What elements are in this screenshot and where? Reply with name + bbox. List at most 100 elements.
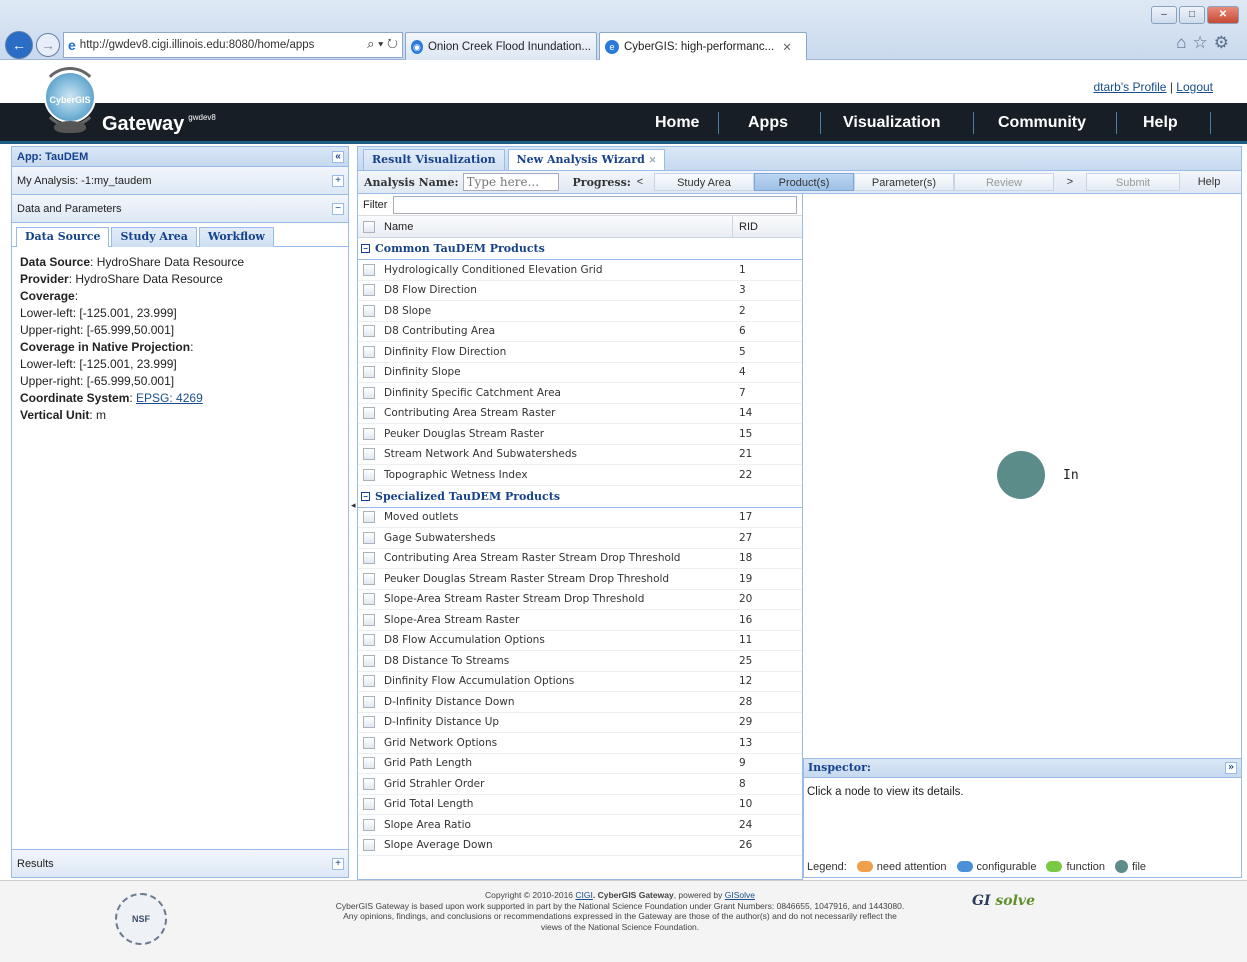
back-button[interactable]: ← bbox=[5, 31, 33, 59]
product-row[interactable]: Slope Area Ratio 24 bbox=[358, 815, 802, 836]
product-checkbox[interactable] bbox=[363, 634, 375, 647]
product-checkbox[interactable] bbox=[363, 552, 375, 565]
product-checkbox[interactable] bbox=[363, 675, 375, 688]
product-checkbox[interactable] bbox=[363, 613, 375, 626]
product-checkbox[interactable] bbox=[363, 407, 375, 420]
my-analysis-header[interactable]: My Analysis: -1:my_taudem + bbox=[12, 167, 348, 195]
nav-home[interactable]: Home bbox=[655, 114, 699, 132]
product-row[interactable]: Contributing Area Stream Raster Stream D… bbox=[358, 549, 802, 569]
product-row[interactable]: Topographic Wetness Index 22 bbox=[358, 465, 802, 486]
col-name[interactable]: Name bbox=[384, 221, 413, 233]
product-row[interactable]: Dinfinity Specific Catchment Area 7 bbox=[358, 383, 802, 404]
product-checkbox[interactable] bbox=[363, 427, 375, 440]
product-checkbox[interactable] bbox=[363, 263, 375, 276]
address-bar[interactable]: e http://gwdev8.cigi.illinois.edu:8080/h… bbox=[63, 32, 403, 58]
product-row[interactable]: D-Infinity Distance Down 28 bbox=[358, 692, 802, 713]
product-checkbox[interactable] bbox=[363, 695, 375, 708]
tab-workflow[interactable]: Workflow bbox=[198, 227, 274, 247]
product-checkbox[interactable] bbox=[363, 736, 375, 749]
product-row[interactable]: Dinfinity Slope 4 bbox=[358, 363, 802, 383]
close-icon[interactable]: ✕ bbox=[1207, 6, 1239, 24]
nav-community[interactable]: Community bbox=[998, 114, 1086, 132]
product-checkbox[interactable] bbox=[363, 798, 375, 811]
select-all-checkbox[interactable] bbox=[363, 220, 375, 233]
collapse-inspector-icon[interactable]: » bbox=[1225, 762, 1237, 774]
product-row[interactable]: Stream Network And Subwatersheds 21 bbox=[358, 445, 802, 465]
product-checkbox[interactable] bbox=[363, 304, 375, 317]
splitter-handle[interactable]: ◂ bbox=[351, 500, 356, 524]
product-row[interactable]: D8 Contributing Area 6 bbox=[358, 322, 802, 342]
product-checkbox[interactable] bbox=[363, 284, 375, 297]
results-header[interactable]: Results + bbox=[12, 849, 348, 877]
maximize-icon[interactable]: □ bbox=[1179, 6, 1205, 24]
tab-result-visualization[interactable]: Result Visualization bbox=[363, 149, 505, 171]
product-row[interactable]: Peuker Douglas Stream Raster Stream Drop… bbox=[358, 569, 802, 590]
product-checkbox[interactable] bbox=[363, 366, 375, 379]
brand[interactable]: Gateway gwdev8 bbox=[102, 113, 216, 136]
product-checkbox[interactable] bbox=[363, 757, 375, 770]
browser-toolbar-icons[interactable]: ⌂☆⚙ bbox=[1176, 33, 1235, 53]
tab-new-analysis-wizard[interactable]: New Analysis Wizard ✕ bbox=[507, 149, 666, 171]
collapse-group-icon[interactable]: − bbox=[361, 491, 370, 501]
product-row[interactable]: Dinfinity Flow Accumulation Options 12 bbox=[358, 672, 802, 692]
product-checkbox[interactable] bbox=[363, 818, 375, 831]
browser-tab-onion[interactable]: ◉ Onion Creek Flood Inundation... bbox=[405, 32, 597, 60]
analysis-name-input[interactable] bbox=[462, 173, 559, 191]
product-row[interactable]: Slope Average Down 26 bbox=[358, 836, 802, 856]
product-group-header[interactable]: − Common TauDEM Products bbox=[358, 238, 802, 260]
product-row[interactable]: Contributing Area Stream Raster 14 bbox=[358, 404, 802, 424]
product-checkbox[interactable] bbox=[363, 386, 375, 399]
step-study-area[interactable]: Study Area bbox=[654, 173, 754, 191]
product-checkbox[interactable] bbox=[363, 593, 375, 606]
product-row[interactable]: Grid Strahler Order 8 bbox=[358, 774, 802, 795]
product-checkbox[interactable] bbox=[363, 716, 375, 729]
product-row[interactable]: D8 Flow Direction 3 bbox=[358, 281, 802, 301]
product-checkbox[interactable] bbox=[363, 511, 375, 524]
browser-tab-cybergis[interactable]: e CyberGIS: high-performanc... ✕ bbox=[599, 32, 807, 60]
product-row[interactable]: D8 Slope 2 bbox=[358, 301, 802, 322]
filter-input[interactable] bbox=[393, 195, 798, 214]
product-checkbox[interactable] bbox=[363, 531, 375, 544]
data-params-header[interactable]: Data and Parameters − bbox=[12, 195, 348, 223]
nav-help[interactable]: Help bbox=[1143, 114, 1178, 132]
product-checkbox[interactable] bbox=[363, 345, 375, 358]
product-checkbox[interactable] bbox=[363, 325, 375, 338]
minimize-icon[interactable]: – bbox=[1151, 6, 1177, 24]
forward-button[interactable]: → bbox=[36, 33, 60, 57]
product-checkbox[interactable] bbox=[363, 468, 375, 481]
product-row[interactable]: Slope-Area Stream Raster 16 bbox=[358, 610, 802, 631]
prev-step-button[interactable]: < bbox=[634, 173, 646, 191]
epsg-link[interactable]: EPSG: 4269 bbox=[136, 391, 203, 405]
product-row[interactable]: D-Infinity Distance Up 29 bbox=[358, 713, 802, 733]
tab-close-icon[interactable]: ✕ bbox=[782, 40, 792, 54]
product-row[interactable]: Moved outlets 17 bbox=[358, 508, 802, 528]
tab-data-source[interactable]: Data Source bbox=[16, 227, 110, 247]
product-checkbox[interactable] bbox=[363, 448, 375, 461]
product-checkbox[interactable] bbox=[363, 839, 375, 852]
product-checkbox[interactable] bbox=[363, 654, 375, 667]
expand-icon[interactable]: + bbox=[332, 858, 344, 870]
collapse-left-icon[interactable]: « bbox=[332, 151, 344, 163]
product-row[interactable]: Slope-Area Stream Raster Stream Drop Thr… bbox=[358, 590, 802, 610]
product-checkbox[interactable] bbox=[363, 777, 375, 790]
product-checkbox[interactable] bbox=[363, 572, 375, 585]
product-group-header[interactable]: − Specialized TauDEM Products bbox=[358, 486, 802, 508]
next-step-button[interactable]: > bbox=[1064, 173, 1076, 191]
product-row[interactable]: Grid Path Length 9 bbox=[358, 754, 802, 774]
tab-study-area[interactable]: Study Area bbox=[111, 227, 197, 247]
help-button[interactable]: Help bbox=[1186, 173, 1232, 191]
product-row[interactable]: D8 Flow Accumulation Options 11 bbox=[358, 631, 802, 651]
product-row[interactable]: Gage Subwatersheds 27 bbox=[358, 528, 802, 549]
product-row[interactable]: Grid Total Length 10 bbox=[358, 795, 802, 815]
nav-visualization[interactable]: Visualization bbox=[843, 114, 941, 132]
logout-link[interactable]: Logout bbox=[1176, 80, 1213, 94]
collapse-group-icon[interactable]: − bbox=[361, 244, 370, 253]
cigi-link[interactable]: CIGI bbox=[575, 890, 592, 900]
expand-icon[interactable]: + bbox=[332, 175, 344, 187]
file-node[interactable] bbox=[997, 451, 1045, 499]
product-row[interactable]: Peuker Douglas Stream Raster 15 bbox=[358, 424, 802, 445]
product-row[interactable]: Hydrologically Conditioned Elevation Gri… bbox=[358, 260, 802, 281]
product-row[interactable]: D8 Distance To Streams 25 bbox=[358, 651, 802, 672]
step-products[interactable]: Product(s) bbox=[754, 173, 854, 191]
nav-apps[interactable]: Apps bbox=[748, 114, 788, 132]
